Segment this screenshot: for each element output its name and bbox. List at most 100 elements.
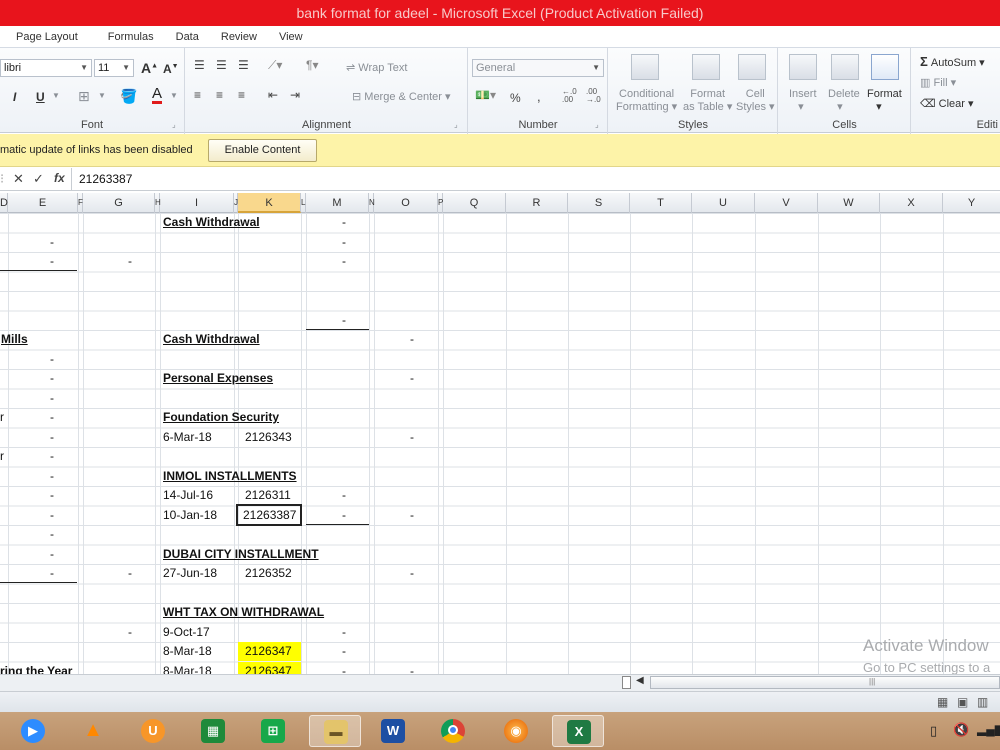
cell-i21[interactable]: WHT TAX ON WITHDRAWAL: [163, 603, 324, 622]
cell-m1[interactable]: -: [342, 213, 346, 232]
column-header-v[interactable]: V: [755, 193, 818, 213]
cell-e2[interactable]: -: [50, 233, 54, 252]
volume-icon[interactable]: 🔇: [953, 722, 969, 738]
cell-m3[interactable]: -: [342, 252, 346, 271]
cell-e8[interactable]: -: [50, 350, 54, 369]
formula-input[interactable]: 21263387: [79, 172, 132, 186]
cell-e11[interactable]: -: [50, 408, 54, 427]
firefox-icon[interactable]: ◉: [497, 715, 535, 747]
italic-button[interactable]: I: [13, 90, 16, 104]
cell-styles-button[interactable]: Cell Styles ▾: [736, 88, 775, 113]
column-header-e[interactable]: E: [8, 193, 78, 213]
cell-e14[interactable]: -: [50, 467, 54, 486]
dialog-launcher-icon[interactable]: ⌟: [172, 120, 176, 129]
format-as-table-button[interactable]: Format as Table ▾: [683, 88, 732, 113]
cell-k12[interactable]: 2126343: [245, 428, 292, 447]
cell-m24[interactable]: -: [342, 662, 346, 674]
cell-e19[interactable]: -: [50, 564, 54, 583]
align-center-icon[interactable]: ≡: [216, 88, 223, 102]
orientation-icon[interactable]: ⟋▾: [268, 58, 282, 73]
column-header-o[interactable]: O: [374, 193, 438, 213]
scroll-left-icon[interactable]: ◀: [636, 675, 644, 686]
chevron-down-icon[interactable]: ▼: [170, 91, 178, 100]
delete-button[interactable]: Delete ▾: [828, 88, 860, 113]
insert-function-icon[interactable]: fx: [54, 171, 65, 185]
cell-m23[interactable]: -: [342, 642, 346, 661]
column-header-k[interactable]: K: [238, 193, 301, 213]
column-header-i[interactable]: I: [160, 193, 234, 213]
store-icon[interactable]: ⊞: [254, 715, 292, 747]
cancel-icon[interactable]: ✕: [13, 171, 24, 187]
cell-d24[interactable]: ring the Year: [0, 662, 72, 674]
cell-i12[interactable]: 6-Mar-18: [163, 428, 212, 447]
sheet-tab-splitter[interactable]: [622, 676, 631, 689]
cell-i7[interactable]: Cash Withdrawal: [163, 330, 260, 349]
dialog-launcher-icon[interactable]: ⌟: [595, 120, 599, 129]
cell-o19[interactable]: -: [410, 564, 414, 583]
align-bottom-icon[interactable]: ☰: [238, 58, 249, 72]
cell-m2[interactable]: -: [342, 233, 346, 252]
cell-g19[interactable]: -: [128, 564, 132, 583]
wrap-text-button[interactable]: ⇌ Wrap Text: [346, 61, 407, 74]
page-layout-view-icon[interactable]: ▣: [957, 695, 968, 709]
cell-styles-icon[interactable]: [738, 54, 766, 80]
grow-font-icon[interactable]: A▲: [141, 60, 158, 76]
vlc-icon[interactable]: ▲: [74, 715, 112, 747]
excel-icon[interactable]: X: [552, 715, 604, 747]
format-as-table-icon[interactable]: [692, 54, 720, 80]
cell-i23[interactable]: 8-Mar-18: [163, 642, 212, 661]
tab-page-layout[interactable]: Page Layout: [0, 31, 90, 43]
cell-o16[interactable]: -: [410, 506, 414, 525]
cell-e18[interactable]: -: [50, 545, 54, 564]
enter-icon[interactable]: ✓: [33, 171, 44, 187]
cell-m16[interactable]: -: [342, 506, 346, 525]
cell-e10[interactable]: -: [50, 389, 54, 408]
text-direction-icon[interactable]: ¶▾: [306, 58, 318, 72]
cell-m22[interactable]: -: [342, 623, 346, 642]
word-icon[interactable]: W: [374, 715, 412, 747]
cell-g3[interactable]: -: [128, 252, 132, 271]
cell-g22[interactable]: -: [128, 623, 132, 642]
percent-button[interactable]: %: [510, 91, 521, 105]
merge-center-button[interactable]: ⊟ Merge & Center ▾: [352, 90, 451, 103]
cell-e13[interactable]: -: [50, 447, 54, 466]
insert-button[interactable]: Insert ▾: [789, 88, 817, 113]
fill-button[interactable]: ▥ Fill ▾: [920, 76, 956, 89]
cell-k19[interactable]: 2126352: [245, 564, 292, 583]
column-header-d[interactable]: D: [0, 193, 8, 213]
underline-button[interactable]: U: [36, 90, 45, 104]
column-header-r[interactable]: R: [506, 193, 568, 213]
file-explorer-icon[interactable]: ▬: [309, 715, 361, 747]
cell-d11[interactable]: r: [0, 408, 4, 427]
align-right-icon[interactable]: ≡: [238, 88, 245, 102]
cell-d7[interactable]: Mills: [1, 330, 28, 349]
page-break-view-icon[interactable]: ▥: [977, 695, 988, 709]
clear-button[interactable]: ⌫ Clear ▾: [920, 97, 974, 110]
cell-k24[interactable]: 2126347: [238, 662, 301, 674]
accounting-icon[interactable]: 💵▾: [475, 88, 496, 102]
normal-view-icon[interactable]: ▦: [937, 695, 948, 709]
dialog-launcher-icon[interactable]: ⌟: [454, 120, 458, 129]
tab-review[interactable]: Review: [211, 31, 269, 43]
cell-i14[interactable]: INMOL INSTALLMENTS: [163, 467, 297, 486]
cell-o12[interactable]: -: [410, 428, 414, 447]
format-cells-icon[interactable]: [871, 54, 899, 80]
cell-k15[interactable]: 2126311: [245, 486, 291, 505]
column-header-x[interactable]: X: [880, 193, 943, 213]
uc-browser-icon[interactable]: U: [134, 715, 172, 747]
tab-data[interactable]: Data: [166, 31, 211, 43]
cell-e16[interactable]: -: [50, 506, 54, 525]
cell-i15[interactable]: 14-Jul-16: [163, 486, 213, 505]
font-color-icon[interactable]: A: [152, 86, 163, 104]
chrome-icon[interactable]: [434, 715, 472, 747]
autosum-button[interactable]: Σ AutoSum ▾: [920, 54, 985, 69]
format-button[interactable]: Format ▾: [867, 88, 902, 113]
tab-view[interactable]: View: [269, 31, 315, 43]
cell-e3[interactable]: -: [50, 252, 54, 271]
cell-m15[interactable]: -: [342, 486, 346, 505]
cell-i24[interactable]: 8-Mar-18: [163, 662, 212, 674]
enable-content-button[interactable]: Enable Content: [208, 139, 317, 162]
font-name-select[interactable]: libri ▼: [0, 59, 92, 77]
cell-i9[interactable]: Personal Expenses: [163, 369, 273, 388]
cell-i1[interactable]: Cash Withdrawal: [163, 213, 260, 232]
